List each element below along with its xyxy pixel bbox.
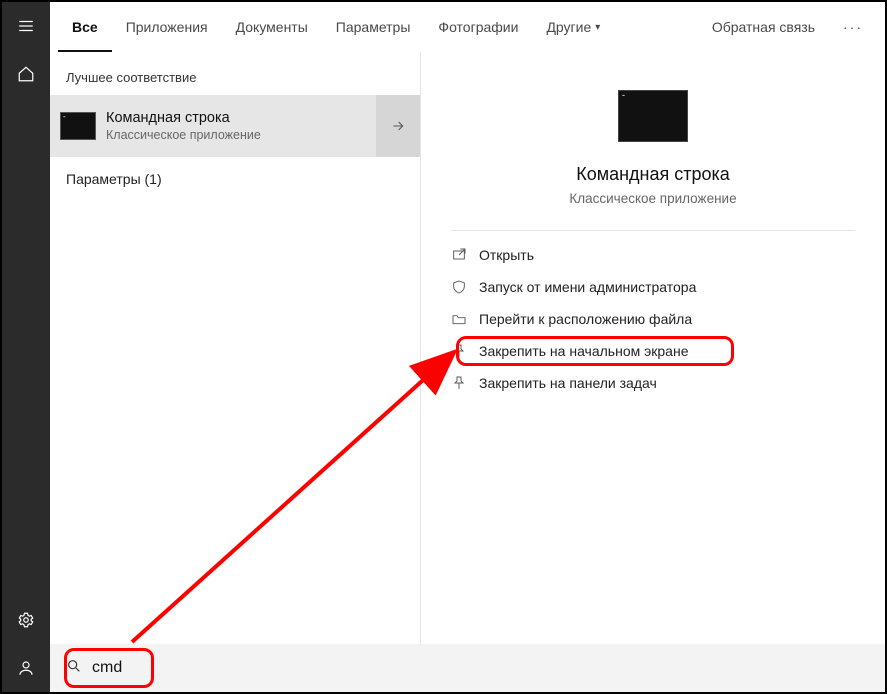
expand-arrow-button[interactable] [376, 95, 420, 157]
pin-icon [451, 343, 467, 359]
action-run-as-admin[interactable]: Запуск от имени администратора [441, 271, 865, 303]
search-input[interactable] [92, 659, 869, 677]
tab-docs[interactable]: Документы [222, 2, 322, 52]
best-match-label: Лучшее соответствие [50, 70, 420, 95]
filter-tabs: Все Приложения Документы Параметры Фотог… [50, 2, 885, 52]
action-pin-start[interactable]: Закрепить на начальном экране [441, 335, 865, 367]
preview-column: Командная строка Классическое приложение… [420, 52, 885, 644]
divider [451, 230, 855, 231]
cmd-icon [618, 90, 688, 142]
search-icon [66, 658, 82, 679]
best-match-item[interactable]: Командная строка Классическое приложение [50, 95, 420, 157]
hamburger-icon[interactable] [2, 2, 50, 50]
best-match-text: Командная строка Классическое приложение [106, 95, 376, 157]
folder-icon [451, 311, 467, 327]
start-sidebar [2, 2, 50, 692]
chevron-down-icon: ▾ [595, 22, 600, 33]
pin-icon [451, 375, 467, 391]
action-open[interactable]: Открыть [441, 239, 865, 271]
preview-hero: Командная строка Классическое приложение [421, 52, 885, 206]
preview-subtitle: Классическое приложение [569, 191, 736, 206]
search-bar[interactable] [50, 644, 885, 692]
gear-icon[interactable] [2, 596, 50, 644]
more-icon[interactable]: ··· [829, 19, 877, 35]
preview-title: Командная строка [576, 164, 730, 185]
result-title: Командная строка [106, 110, 376, 126]
settings-category[interactable]: Параметры (1) [50, 157, 420, 201]
home-icon[interactable] [2, 50, 50, 98]
results-column: Лучшее соответствие Командная строка Кла… [50, 52, 420, 644]
user-icon[interactable] [2, 644, 50, 692]
action-list: Открыть Запуск от имени администратора П… [421, 239, 885, 399]
tab-all[interactable]: Все [58, 2, 112, 52]
search-panel: Все Приложения Документы Параметры Фотог… [50, 2, 885, 644]
tab-other[interactable]: Другие▾ [532, 2, 614, 52]
feedback-link[interactable]: Обратная связь [698, 2, 829, 52]
tab-settings[interactable]: Параметры [322, 2, 425, 52]
tab-photos[interactable]: Фотографии [424, 2, 532, 52]
shield-icon [451, 279, 467, 295]
start-search-window: Все Приложения Документы Параметры Фотог… [0, 0, 887, 694]
tab-apps[interactable]: Приложения [112, 2, 222, 52]
search-body: Лучшее соответствие Командная строка Кла… [50, 52, 885, 644]
result-subtitle: Классическое приложение [106, 128, 376, 142]
action-open-location[interactable]: Перейти к расположению файла [441, 303, 865, 335]
open-icon [451, 247, 467, 263]
cmd-icon [50, 95, 106, 157]
action-pin-taskbar[interactable]: Закрепить на панели задач [441, 367, 865, 399]
